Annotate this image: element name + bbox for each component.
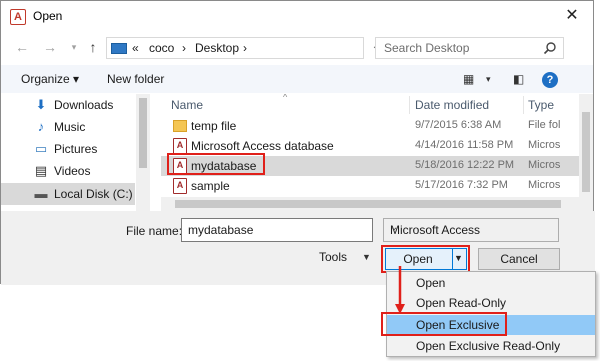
file-type-filter[interactable]: Microsoft Access ⌄ (383, 218, 559, 242)
file-name-label: File name: (126, 224, 183, 238)
help-icon[interactable]: ? (542, 72, 558, 88)
breadcrumb-separator[interactable]: › (182, 41, 186, 55)
film-icon: ▤ (34, 163, 48, 178)
breadcrumb-coco[interactable]: coco (149, 41, 174, 55)
sidebar-item-label: Music (54, 120, 86, 134)
file-name: temp file (191, 119, 237, 133)
file-type: Micros (528, 139, 561, 151)
file-date: 5/17/2016 7:32 PM (415, 179, 508, 191)
column-header-name[interactable]: Name (171, 98, 203, 112)
breadcrumb-overflow[interactable]: « (132, 41, 139, 55)
access-icon: A (10, 9, 26, 25)
sidebar-item-music[interactable]: ♪ Music (1, 116, 135, 138)
menu-item-label: Open Exclusive Read-Only (416, 339, 561, 353)
title-bar: A Open ✕ (1, 1, 593, 33)
organize-menu[interactable]: Organize ▾ (21, 72, 79, 86)
view-chevron-icon[interactable]: ▾ (486, 74, 491, 85)
scrollbar-thumb[interactable] (175, 200, 561, 208)
sidebar-item-label: Downloads (54, 98, 114, 112)
access-file-icon: A (173, 178, 187, 194)
file-date: 9/7/2015 6:38 AM (415, 119, 502, 131)
sidebar-item-label: Local Disk (C:) (54, 187, 133, 201)
cancel-button[interactable]: Cancel (478, 248, 560, 270)
menu-item-open-exclusive-read-only[interactable]: Open Exclusive Read-Only (387, 336, 595, 356)
menu-item-label: Open Read-Only (416, 296, 507, 310)
file-date: 5/18/2016 12:22 PM (415, 159, 515, 171)
file-row[interactable]: temp file 9/7/2015 6:38 AM File fol (161, 116, 579, 136)
navigation-scrollbar[interactable] (136, 94, 150, 211)
command-toolbar: Organize ▾ New folder ▦ ▾ ◧ ? (1, 65, 593, 93)
search-icon (543, 42, 556, 55)
sort-ascending-icon: ^ (283, 94, 288, 102)
column-header-type[interactable]: Type (528, 98, 554, 112)
menu-item-label: Open (416, 276, 446, 290)
tools-chevron-icon[interactable]: ▼ (362, 252, 371, 262)
new-folder-button[interactable]: New folder (107, 72, 164, 86)
desktop-icon (111, 43, 127, 54)
view-options-icon[interactable]: ▦ (463, 72, 474, 86)
preview-pane-icon[interactable]: ◧ (513, 72, 524, 86)
chevron-down-icon: ⌄ (390, 222, 399, 233)
file-date: 4/14/2016 11:58 PM (415, 139, 514, 151)
menu-item-open-read-only[interactable]: Open Read-Only (387, 293, 595, 313)
search-input[interactable]: Search Desktop (375, 37, 564, 59)
sidebar-item-label: Videos (54, 164, 91, 178)
download-arrow-icon: ⬇ (35, 97, 47, 112)
sidebar-item-local-disk[interactable]: ▬ Local Disk (C:) (1, 183, 135, 205)
column-header-date[interactable]: Date modified (415, 98, 489, 112)
scrollbar-thumb[interactable] (139, 98, 147, 168)
back-arrow-icon[interactable]: ← (13, 38, 31, 56)
sidebar-item-downloads[interactable]: ⬇ Downloads (1, 94, 135, 116)
close-button[interactable]: ✕ (563, 7, 581, 25)
access-file-icon: A (173, 138, 187, 154)
disk-icon: ▬ (34, 186, 48, 201)
address-bar[interactable]: « coco › Desktop › (106, 37, 364, 59)
file-row[interactable]: A sample 5/17/2016 7:32 PM Micros (161, 176, 579, 196)
horizontal-scrollbar[interactable] (161, 197, 579, 211)
menu-item-open[interactable]: Open (387, 273, 595, 293)
breadcrumb-separator[interactable]: › (243, 41, 247, 55)
file-name-value: mydatabase (188, 223, 254, 237)
file-type: Micros (528, 179, 561, 191)
up-arrow-icon[interactable]: ↑ (84, 38, 102, 56)
folder-icon (173, 120, 187, 132)
search-placeholder: Search Desktop (384, 41, 470, 55)
file-name: Microsoft Access database (191, 139, 334, 153)
navigation-bar: ← → ▾ ↑ « coco › Desktop › ⌄ Search Desk… (1, 34, 593, 62)
file-name: sample (191, 179, 230, 193)
sidebar-item-videos[interactable]: ▤ Videos (1, 160, 135, 182)
sidebar-item-pictures[interactable]: ▭ Pictures (1, 138, 135, 160)
open-dialog: A Open ✕ ← → ▾ ↑ « coco › Desktop › ⌄ Se… (0, 0, 595, 285)
scrollbar-thumb[interactable] (582, 112, 590, 192)
sidebar-item-label: Pictures (54, 142, 98, 156)
file-name-input[interactable]: mydatabase (181, 218, 373, 242)
red-down-arrow-icon (395, 266, 405, 314)
file-type: File fol (528, 119, 561, 131)
recent-chevron-icon[interactable]: ▾ (65, 38, 83, 56)
tools-menu[interactable]: Tools (319, 250, 347, 264)
dialog-title: Open (33, 9, 63, 23)
selected-file-highlight (167, 153, 265, 175)
pictures-icon: ▭ (34, 141, 48, 156)
file-type: Micros (528, 159, 561, 171)
forward-arrow-icon[interactable]: → (41, 38, 59, 56)
file-list-scrollbar[interactable] (579, 94, 593, 211)
breadcrumb-desktop[interactable]: Desktop (195, 41, 239, 55)
navigation-pane: ⬇ Downloads ♪ Music ▭ Pictures ▤ Videos … (1, 94, 151, 211)
music-note-icon: ♪ (37, 119, 45, 134)
